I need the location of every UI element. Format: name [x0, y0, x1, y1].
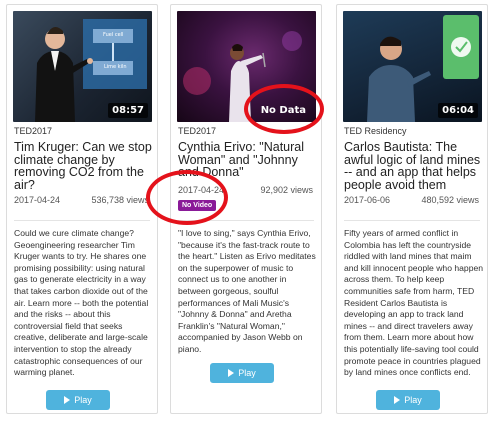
video-description: Fifty years of armed conflict in Colombi…	[344, 228, 484, 378]
video-thumbnail[interactable]: Fuel cell Lime kiln 08:57	[13, 11, 152, 122]
view-count: 92,902 views	[260, 185, 313, 195]
fuel-cell-label: Fuel cell	[103, 32, 124, 38]
video-title[interactable]: Tim Kruger: Can we stop climate change b…	[14, 141, 156, 191]
publish-date: 2017-04-24	[14, 195, 61, 205]
video-thumbnail[interactable]: 06:04	[343, 11, 482, 122]
video-title[interactable]: Cynthia Erivo: "Natural Woman" and "John…	[178, 141, 320, 179]
play-icon	[64, 396, 71, 404]
play-button[interactable]: Play	[376, 390, 440, 410]
duration-badge: 08:57	[108, 103, 148, 118]
play-label: Play	[404, 395, 422, 405]
divider	[14, 220, 150, 221]
publish-date: 2017-06-06	[344, 195, 391, 205]
video-description: "I love to sing," says Cynthia Erivo, "b…	[178, 228, 316, 354]
publish-date: 2017-04-24	[178, 185, 225, 195]
no-data-label: No Data	[260, 105, 306, 116]
video-card: No Data TED2017 Cynthia Erivo: "Natural …	[170, 4, 322, 414]
play-button[interactable]: Play	[210, 363, 274, 383]
play-icon	[228, 369, 235, 377]
video-description: Could we cure climate change? Geoenginee…	[14, 228, 149, 378]
video-title[interactable]: Carlos Bautista: The awful logic of land…	[344, 141, 486, 191]
event-name: TED Residency	[344, 126, 407, 136]
video-thumbnail[interactable]: No Data	[177, 11, 316, 122]
event-name: TED2017	[178, 126, 217, 136]
lime-kiln-label: Lime kiln	[104, 64, 127, 70]
video-card: 06:04 TED Residency Carlos Bautista: The…	[336, 4, 488, 414]
view-count: 480,592 views	[421, 195, 479, 205]
divider	[178, 220, 314, 221]
no-video-badge: No Video	[178, 200, 217, 211]
play-label: Play	[238, 368, 256, 378]
play-label: Play	[74, 395, 92, 405]
video-card: Fuel cell Lime kiln 08:57 TED2017 Tim Kr…	[6, 4, 158, 414]
event-name: TED2017	[14, 126, 53, 136]
view-count: 536,738 views	[91, 195, 149, 205]
play-button[interactable]: Play	[46, 390, 110, 410]
duration-badge: 06:04	[438, 103, 478, 118]
play-icon	[394, 396, 401, 404]
divider	[344, 220, 480, 221]
